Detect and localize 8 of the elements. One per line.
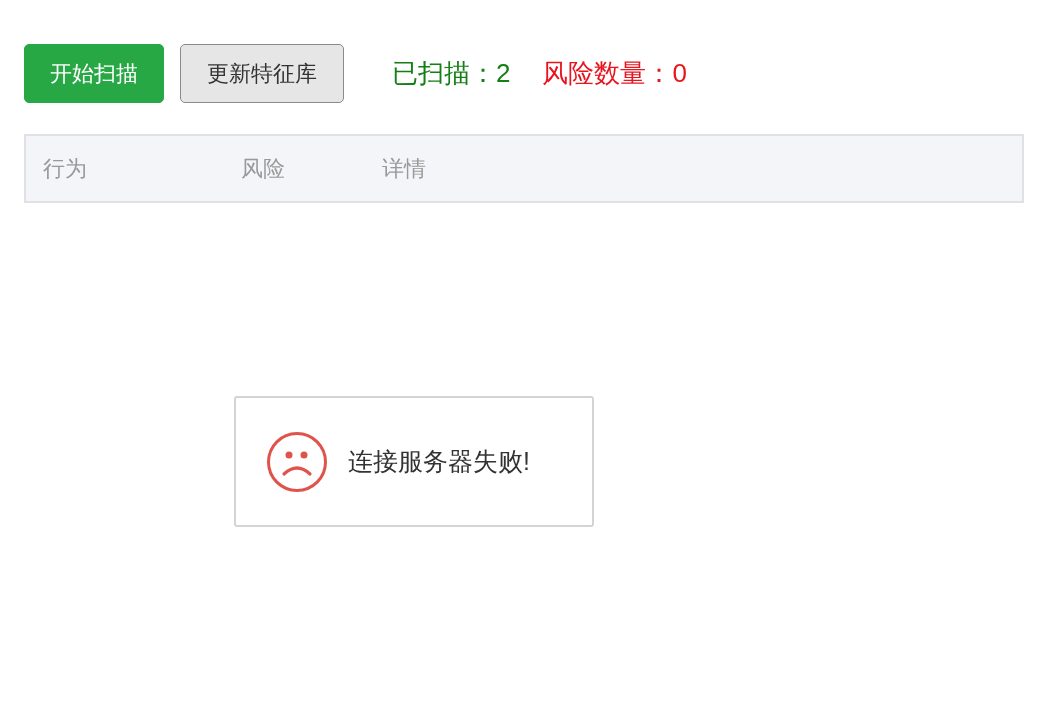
toast-message: 连接服务器失败! — [348, 446, 530, 477]
column-header: 行为 — [43, 154, 88, 183]
sad-face-icon — [266, 430, 328, 493]
scanned-count: 已扫描：2 — [392, 57, 511, 90]
update-button[interactable]: 更新特征库 — [180, 44, 344, 103]
risk-count: 风险数量：0 — [542, 57, 687, 90]
column-header: 风险 — [241, 154, 286, 183]
column-header: 详情 — [382, 154, 427, 183]
